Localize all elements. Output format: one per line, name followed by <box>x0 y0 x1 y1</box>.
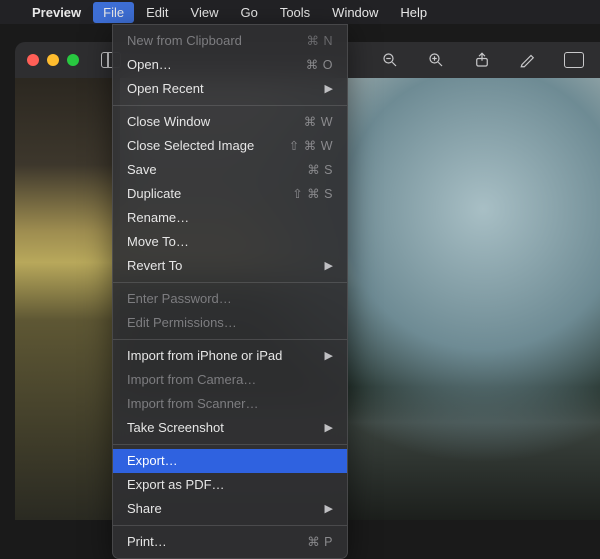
menubar-help[interactable]: Help <box>390 2 437 23</box>
menu-move-to[interactable]: Move To… <box>113 230 347 254</box>
menu-save[interactable]: Save ⌘ S <box>113 158 347 182</box>
zoom-in-icon[interactable] <box>420 48 452 72</box>
menu-close-window[interactable]: Close Window ⌘ W <box>113 110 347 134</box>
menu-export-as-pdf[interactable]: Export as PDF… <box>113 473 347 497</box>
menu-label: Import from Camera… <box>127 371 256 389</box>
panel-icon[interactable] <box>558 48 590 72</box>
menu-label: Move To… <box>127 233 189 251</box>
menubar-go[interactable]: Go <box>230 2 267 23</box>
menu-label: Open Recent <box>127 80 204 98</box>
maximize-icon[interactable] <box>67 54 79 66</box>
menu-shortcut: ⌘ W <box>304 113 333 131</box>
close-icon[interactable] <box>27 54 39 66</box>
menu-close-selected-image[interactable]: Close Selected Image ⇧ ⌘ W <box>113 134 347 158</box>
menubar-view[interactable]: View <box>181 2 229 23</box>
minimize-icon[interactable] <box>47 54 59 66</box>
chevron-right-icon: ▶ <box>325 500 333 518</box>
traffic-lights <box>27 54 79 66</box>
menu-label: Share <box>127 500 162 518</box>
menu-rename[interactable]: Rename… <box>113 206 347 230</box>
menu-new-from-clipboard: New from Clipboard ⌘ N <box>113 29 347 53</box>
menu-revert-to[interactable]: Revert To ▶ <box>113 254 347 278</box>
toolbar-right <box>374 42 590 78</box>
menu-label: Edit Permissions… <box>127 314 237 332</box>
chevron-right-icon: ▶ <box>325 347 333 365</box>
menu-label: Import from Scanner… <box>127 395 259 413</box>
share-icon[interactable] <box>466 48 498 72</box>
menu-take-screenshot[interactable]: Take Screenshot ▶ <box>113 416 347 440</box>
menu-import-scanner: Import from Scanner… <box>113 392 347 416</box>
menu-separator <box>113 105 347 106</box>
file-menu-dropdown: New from Clipboard ⌘ N Open… ⌘ O Open Re… <box>112 24 348 559</box>
menu-open-recent[interactable]: Open Recent ▶ <box>113 77 347 101</box>
menu-label: Duplicate <box>127 185 181 203</box>
menu-label: Open… <box>127 56 172 74</box>
menu-label: Save <box>127 161 157 179</box>
menu-label: Export… <box>127 452 178 470</box>
menu-shortcut: ⌘ S <box>307 161 333 179</box>
menu-label: Close Window <box>127 113 210 131</box>
app-name[interactable]: Preview <box>22 5 91 20</box>
preview-image-left <box>15 76 120 520</box>
menu-label: Revert To <box>127 257 182 275</box>
menu-label: Rename… <box>127 209 189 227</box>
chevron-right-icon: ▶ <box>325 257 333 275</box>
menu-print[interactable]: Print… ⌘ P <box>113 530 347 554</box>
menu-enter-password: Enter Password… <box>113 287 347 311</box>
menu-label: Enter Password… <box>127 290 232 308</box>
menubar-window[interactable]: Window <box>322 2 388 23</box>
menu-separator <box>113 525 347 526</box>
menu-shortcut: ⌘ N <box>307 32 334 50</box>
chevron-right-icon: ▶ <box>325 419 333 437</box>
menu-share[interactable]: Share ▶ <box>113 497 347 521</box>
markup-icon[interactable] <box>512 48 544 72</box>
menu-export[interactable]: Export… <box>113 449 347 473</box>
menu-label: Export as PDF… <box>127 476 225 494</box>
menu-separator <box>113 444 347 445</box>
chevron-right-icon: ▶ <box>325 80 333 98</box>
menu-label: Take Screenshot <box>127 419 224 437</box>
menu-shortcut: ⇧ ⌘ W <box>289 137 333 155</box>
menu-duplicate[interactable]: Duplicate ⇧ ⌘ S <box>113 182 347 206</box>
menu-separator <box>113 339 347 340</box>
menu-open[interactable]: Open… ⌘ O <box>113 53 347 77</box>
zoom-out-icon[interactable] <box>374 48 406 72</box>
menu-shortcut: ⇧ ⌘ S <box>292 185 333 203</box>
menu-label: Close Selected Image <box>127 137 254 155</box>
menu-shortcut: ⌘ P <box>307 533 333 551</box>
menubar-file[interactable]: File <box>93 2 134 23</box>
menubar: Preview File Edit View Go Tools Window H… <box>0 0 600 24</box>
menu-import-iphone-ipad[interactable]: Import from iPhone or iPad ▶ <box>113 344 347 368</box>
menu-label: Print… <box>127 533 167 551</box>
menu-label: Import from iPhone or iPad <box>127 347 282 365</box>
menu-separator <box>113 282 347 283</box>
menu-shortcut: ⌘ O <box>306 56 333 74</box>
menubar-edit[interactable]: Edit <box>136 2 178 23</box>
menu-import-camera: Import from Camera… <box>113 368 347 392</box>
menu-label: New from Clipboard <box>127 32 242 50</box>
menubar-tools[interactable]: Tools <box>270 2 320 23</box>
menu-edit-permissions: Edit Permissions… <box>113 311 347 335</box>
